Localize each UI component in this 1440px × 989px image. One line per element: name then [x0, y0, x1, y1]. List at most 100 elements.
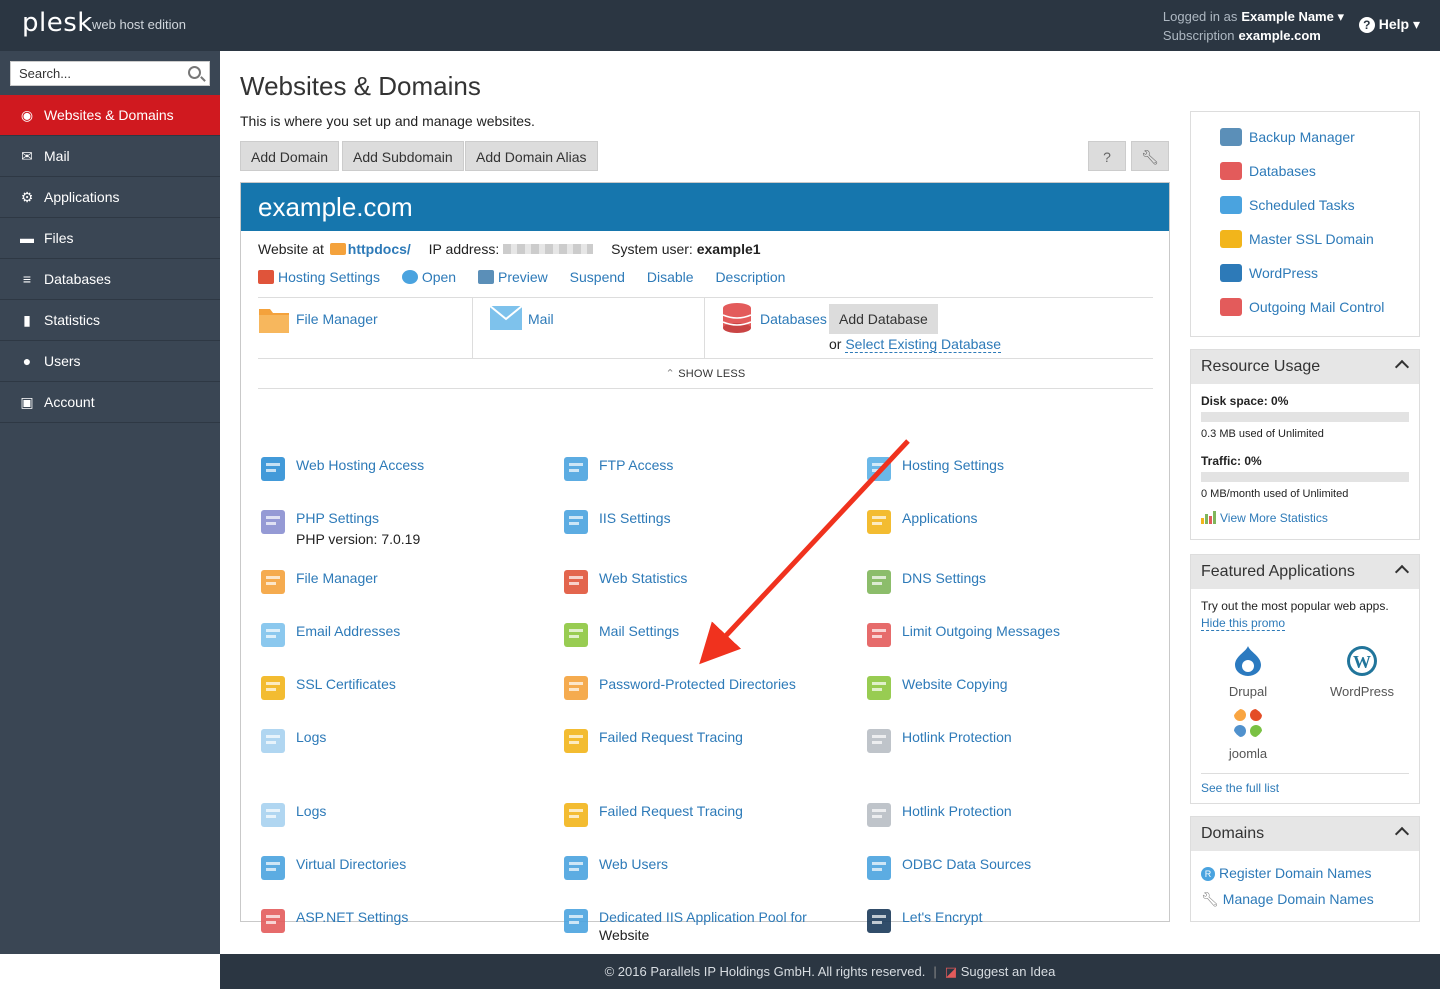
website-copying-icon: [864, 672, 896, 704]
tool-label[interactable]: Web Users: [599, 856, 668, 872]
quick-file-manager[interactable]: File Manager: [258, 298, 473, 358]
drupal-app[interactable]: Drupal: [1203, 645, 1293, 699]
sidebar-item-users[interactable]: ● Users: [0, 341, 220, 382]
help-menu[interactable]: ? Help ▾: [1358, 16, 1420, 33]
register-domain-names-link[interactable]: R Register Domain Names: [1201, 865, 1372, 881]
disable-link[interactable]: Disable: [647, 269, 694, 285]
open-link[interactable]: Open: [401, 269, 456, 285]
add-database-button[interactable]: Add Database: [829, 304, 938, 334]
tool-label[interactable]: Email Addresses: [296, 623, 400, 639]
sidebar-item-account[interactable]: ▣ Account: [0, 382, 220, 423]
wordpress-icon: W: [1347, 646, 1377, 676]
dns-settings-icon: [864, 566, 896, 598]
resource-usage-box: Resource Usage Disk space: 0% 0.3 MB use…: [1190, 349, 1420, 540]
tool-label[interactable]: Logs: [296, 729, 326, 745]
logged-in-label: Logged in as: [1162, 9, 1238, 24]
tool-label[interactable]: Website Copying: [902, 676, 1008, 692]
mail-settings-icon: [561, 619, 593, 651]
joomla-app[interactable]: joomla: [1203, 707, 1293, 761]
envelope-icon: ✉: [21, 148, 33, 164]
suggest-idea-link[interactable]: ◪ Suggest an Idea: [945, 964, 1056, 979]
tool-label[interactable]: IIS Settings: [599, 510, 671, 526]
tool-label[interactable]: Hotlink Protection: [902, 729, 1012, 745]
hide-promo-link[interactable]: Hide this promo: [1201, 616, 1286, 631]
search-input[interactable]: [11, 62, 181, 85]
wordpress-app[interactable]: W WordPress: [1317, 645, 1407, 699]
tool-label[interactable]: Failed Request Tracing: [599, 729, 743, 745]
plesk-logo[interactable]: plesk: [22, 8, 93, 38]
wrench-button[interactable]: 🔧︎: [1131, 141, 1169, 171]
show-less-toggle[interactable]: ⌃ SHOW LESS: [258, 359, 1153, 389]
tool-label[interactable]: Virtual Directories: [296, 856, 406, 872]
subscription-value[interactable]: example.com: [1238, 28, 1320, 43]
sidebar-nav: ◉ Websites & Domains ✉ Mail ⚙ Applications …: [0, 95, 220, 423]
tool-label[interactable]: Web Hosting Access: [296, 457, 424, 473]
select-existing-database-link[interactable]: Select Existing Database: [845, 336, 1001, 353]
add-domain-alias-button[interactable]: Add Domain Alias: [465, 141, 598, 171]
tool-label[interactable]: Logs: [296, 803, 326, 819]
chevron-up-icon: [1394, 564, 1410, 580]
sidebar-item-files[interactable]: ▬ Files: [0, 218, 220, 259]
hosting-settings-link[interactable]: Hosting Settings: [258, 269, 380, 285]
bar-chart-icon: ▮: [23, 312, 31, 328]
add-subdomain-button[interactable]: Add Subdomain: [342, 141, 464, 171]
user-menu[interactable]: Example Name ▾: [1241, 9, 1344, 24]
tool-label[interactable]: Web Statistics: [599, 570, 687, 586]
ssl-certificate-icon: [258, 672, 290, 704]
php-icon: [258, 506, 290, 538]
tool-label[interactable]: Password-Protected Directories: [599, 676, 796, 692]
database-icon: ≡: [22, 271, 32, 287]
aspnet-icon: [258, 905, 290, 937]
tool-label[interactable]: PHP Settings: [296, 510, 379, 526]
traffic-bar: [1201, 472, 1409, 482]
tool-label[interactable]: ASP.NET Settings: [296, 909, 408, 925]
database-icon: [1219, 160, 1243, 182]
quick-mail[interactable]: Mail: [473, 298, 705, 358]
tool-label[interactable]: Let's Encrypt: [902, 909, 983, 925]
tool-label[interactable]: Dedicated IIS Application Pool for: [599, 909, 807, 925]
sidebar-item-applications[interactable]: ⚙ Applications: [0, 177, 220, 218]
tool-label-line2[interactable]: Website: [599, 927, 649, 943]
domain-name[interactable]: example.com: [241, 183, 1169, 231]
tool-label[interactable]: FTP Access: [599, 457, 673, 473]
view-more-statistics-link[interactable]: View More Statistics: [1201, 510, 1328, 525]
featured-applications-header[interactable]: Featured Applications: [1191, 555, 1419, 589]
disk-space-label: Disk space: 0%: [1201, 394, 1289, 408]
tool-label[interactable]: Limit Outgoing Messages: [902, 623, 1060, 639]
protected-folder-icon: [561, 672, 593, 704]
tool-label[interactable]: File Manager: [296, 570, 378, 586]
open-globe-icon: [401, 270, 418, 284]
tool-label[interactable]: Hotlink Protection: [902, 803, 1012, 819]
login-info: Logged in as Example Name ▾ Subscription e…: [1163, 7, 1344, 45]
lightbulb-icon: ◪: [944, 964, 958, 979]
tool-label[interactable]: Failed Request Tracing: [599, 803, 743, 819]
quick-databases-label[interactable]: Databases: [760, 311, 827, 327]
tool-label[interactable]: DNS Settings: [902, 570, 986, 586]
search-icon[interactable]: [188, 66, 201, 79]
docroot-link[interactable]: httpdocs/: [348, 241, 411, 257]
tool-label[interactable]: Applications: [902, 510, 978, 526]
tool-label[interactable]: Mail Settings: [599, 623, 679, 639]
tool-label[interactable]: SSL Certificates: [296, 676, 396, 692]
domains-header[interactable]: Domains: [1191, 817, 1419, 851]
see-full-list-link[interactable]: See the full list: [1201, 781, 1279, 795]
page-title: Websites & Domains: [240, 71, 481, 101]
preview-link[interactable]: Preview: [477, 269, 548, 285]
help-button[interactable]: ?: [1088, 141, 1126, 171]
edition-label: web host edition: [92, 17, 186, 32]
description-link[interactable]: Description: [715, 269, 785, 285]
ftp-access-icon: [561, 453, 593, 485]
manage-domain-names-link[interactable]: 🔧︎ Manage Domain Names: [1201, 891, 1374, 908]
sidebar-item-databases[interactable]: ≡ Databases: [0, 259, 220, 300]
quick-mail-label[interactable]: Mail: [528, 311, 554, 327]
tool-label[interactable]: Hosting Settings: [902, 457, 1004, 473]
sidebar-item-websites-domains[interactable]: ◉ Websites & Domains: [0, 95, 220, 136]
sidebar-item-mail[interactable]: ✉ Mail: [0, 136, 220, 177]
sidebar-item-statistics[interactable]: ▮ Statistics: [0, 300, 220, 341]
add-domain-button[interactable]: Add Domain: [240, 141, 340, 171]
wordpress-icon: [1219, 262, 1243, 284]
suspend-link[interactable]: Suspend: [570, 269, 625, 285]
quick-file-manager-label[interactable]: File Manager: [296, 311, 378, 327]
resource-usage-header[interactable]: Resource Usage: [1191, 350, 1419, 384]
tool-label[interactable]: ODBC Data Sources: [902, 856, 1031, 872]
